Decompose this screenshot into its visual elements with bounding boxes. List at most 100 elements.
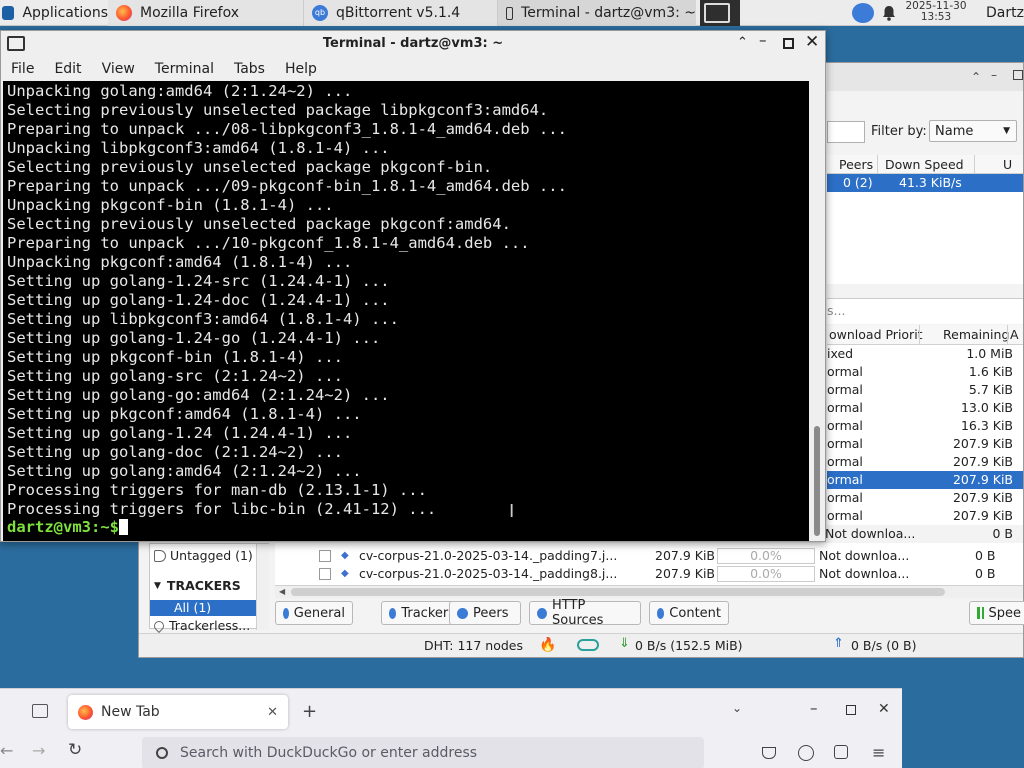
tab-general[interactable]: General [275, 601, 353, 625]
file-checkbox[interactable] [319, 568, 331, 580]
back-arrow-icon[interactable]: ← [0, 741, 13, 760]
file-row[interactable]: ormal 207.9 KiB [827, 453, 1023, 471]
tab-content[interactable]: Content [649, 601, 729, 625]
file-row[interactable]: ormal 5.7 KiB [827, 381, 1023, 399]
filter-by-select[interactable]: Name ▼ [929, 120, 1017, 142]
shade-window-icon[interactable]: ⌃ [737, 35, 748, 50]
taskbar-firefox[interactable]: Mozilla Firefox [108, 0, 304, 26]
col-down-speed[interactable]: Down Speed [885, 157, 964, 172]
terminal-output-line: Setting up golang:amd64 (2:1.24~2) ... [7, 462, 362, 480]
clock[interactable]: 2025-11-30 13:53 [904, 1, 968, 23]
ibeam-cursor-icon: I [509, 501, 515, 522]
file-row[interactable]: ormal 1.6 KiB [827, 363, 1023, 381]
qb-search-input[interactable] [827, 121, 865, 143]
file-checkbox[interactable] [319, 550, 331, 562]
menu-file[interactable]: File [1, 57, 44, 81]
menu-tabs[interactable]: Tabs [224, 57, 275, 81]
maximize-window-icon[interactable] [783, 38, 794, 49]
speed-tab-button[interactable]: Spee [969, 601, 1024, 625]
terminal-scrollbar-thumb[interactable] [814, 426, 820, 536]
ff-close-icon[interactable]: ✕ [878, 701, 890, 717]
file-row[interactable]: ormal 207.9 KiB [827, 489, 1023, 507]
terminal-window: Terminal - dartz@vm3: ~ ⌃ – ✕ File Edit … [0, 30, 826, 542]
account-icon[interactable] [798, 745, 814, 761]
file-row[interactable]: ormal 207.9 KiB [827, 471, 1023, 489]
qb-minimize-icon[interactable]: – [991, 68, 997, 82]
sidebar-item-label: Untagged (1) [170, 548, 253, 563]
file-priority: ormal [827, 364, 863, 379]
menu-terminal[interactable]: Terminal [145, 57, 224, 81]
file-priority: ixed [827, 346, 854, 361]
terminal-scrollbar[interactable] [811, 81, 825, 541]
col-download-priority[interactable]: ownload Priorit [829, 327, 923, 342]
qbittorrent-tray-icon[interactable] [852, 3, 874, 23]
terminal-output-line: Setting up golang-1.24-go (1.24.4-1) ... [7, 329, 381, 347]
forward-arrow-icon[interactable]: → [32, 741, 45, 760]
sidebar-item-trackerless[interactable]: Trackerless... [151, 618, 250, 633]
col-a[interactable]: A [1010, 327, 1019, 342]
qb-maximize-icon[interactable]: ⌃ [971, 70, 981, 84]
file-row[interactable]: ormal 16.3 KiB [827, 417, 1023, 435]
terminal-output-line: Setting up golang-1.24-doc (1.24.4-1) ..… [7, 291, 390, 309]
terminal-output-line: Unpacking pkgconf-bin (1.8.1-4) ... [7, 196, 334, 214]
tab-close-icon[interactable]: ✕ [267, 705, 278, 720]
content-name: cv-corpus-21.0-2025-03-14._padding7.j... [359, 548, 618, 563]
file-priority: ormal [827, 382, 863, 397]
terminal-output-line: Preparing to unpack .../10-pkgconf_1.8.1… [7, 234, 530, 252]
flame-icon[interactable]: 🔥 [539, 637, 556, 653]
sidebar-scrollbar[interactable] [256, 544, 269, 630]
close-window-icon[interactable]: ✕ [805, 32, 819, 52]
ff-minimize-icon[interactable]: – [810, 699, 818, 717]
file-row[interactable]: ormal 207.9 KiB [827, 507, 1023, 525]
sidebar-item-all-trackers[interactable]: All (1) [150, 600, 256, 616]
torrent-row-selected[interactable]: 0 (2) 41.3 KiB/s [827, 174, 1023, 192]
tab-new-tab[interactable]: New Tab ✕ [68, 695, 288, 729]
list-all-tabs-chevron-icon[interactable]: ⌄ [732, 701, 742, 715]
content-filter-input[interactable]: s... [827, 298, 1023, 324]
taskbar-qbittorrent[interactable]: qb qBittorrent v5.1.4 [304, 0, 498, 26]
file-row[interactable]: Not downloa... 0 B [825, 525, 1021, 543]
firefox-view-icon[interactable] [32, 704, 48, 718]
taskbar-terminal[interactable]: Terminal - dartz@vm3: ~ [498, 0, 696, 26]
qb-restore-icon[interactable] [1013, 70, 1023, 80]
scrollbar-thumb[interactable] [291, 588, 945, 596]
scroll-left-arrow-icon[interactable]: ◀ [279, 587, 285, 596]
terminal-output-line: Selecting previously unselected package … [7, 215, 511, 233]
minimize-window-icon[interactable]: – [759, 31, 767, 49]
speed-limit-icon[interactable] [577, 639, 599, 651]
menu-edit[interactable]: Edit [44, 57, 91, 81]
file-row[interactable]: ormal 13.0 KiB [827, 399, 1023, 417]
sidebar-item-untagged[interactable]: Untagged (1) [154, 548, 253, 563]
torrent-list-blank [827, 192, 1023, 284]
url-bar[interactable]: Search with DuckDuckGo or enter address [142, 737, 704, 768]
col-remaining[interactable]: Remaining [943, 327, 1009, 342]
new-tab-plus-icon[interactable]: + [302, 701, 317, 722]
terminal-output-line: Setting up golang-1.24-src (1.24.4-1) ..… [7, 272, 390, 290]
hamburger-menu-icon[interactable]: ≡ [872, 743, 885, 762]
file-row[interactable]: ormal 207.9 KiB [827, 435, 1023, 453]
menu-view[interactable]: View [92, 57, 145, 81]
content-row[interactable]: cv-corpus-21.0-2025-03-14._padding7.j...… [275, 547, 1023, 565]
tab-peers[interactable]: Peers [449, 601, 521, 625]
content-hscrollbar[interactable]: ◀ [275, 585, 1023, 598]
col-up[interactable]: U [1003, 157, 1012, 172]
tab-http-sources[interactable]: HTTP Sources [529, 598, 641, 628]
pocket-icon[interactable] [762, 747, 776, 759]
ff-maximize-icon[interactable] [846, 705, 856, 715]
tab-label: New Tab [101, 704, 160, 720]
terminal-output-line: Selecting previously unselected package … [7, 101, 549, 119]
reload-icon[interactable]: ↻ [68, 740, 82, 760]
trackers-heading[interactable]: ▼ TRACKERS [154, 578, 241, 593]
file-row[interactable]: ixed 1.0 MiB [827, 345, 1023, 363]
terminal-screen[interactable]: Unpacking golang:amd64 (2:1.24~2) ... Sel… [3, 81, 809, 541]
user-menu[interactable]: Dartz [986, 0, 1024, 26]
terminal-launcher-button[interactable] [700, 0, 740, 26]
terminal-output-line: Selecting previously unselected package … [7, 158, 493, 176]
file-remaining: 0 B [992, 526, 1013, 541]
applications-menu-button[interactable]: Applications [0, 0, 108, 26]
col-peers[interactable]: Peers [839, 157, 873, 172]
extensions-icon[interactable] [834, 745, 848, 759]
menu-help[interactable]: Help [275, 57, 327, 81]
content-row[interactable]: cv-corpus-21.0-2025-03-14._padding8.j...… [275, 565, 1023, 583]
notifications-bell-icon[interactable] [882, 5, 896, 21]
